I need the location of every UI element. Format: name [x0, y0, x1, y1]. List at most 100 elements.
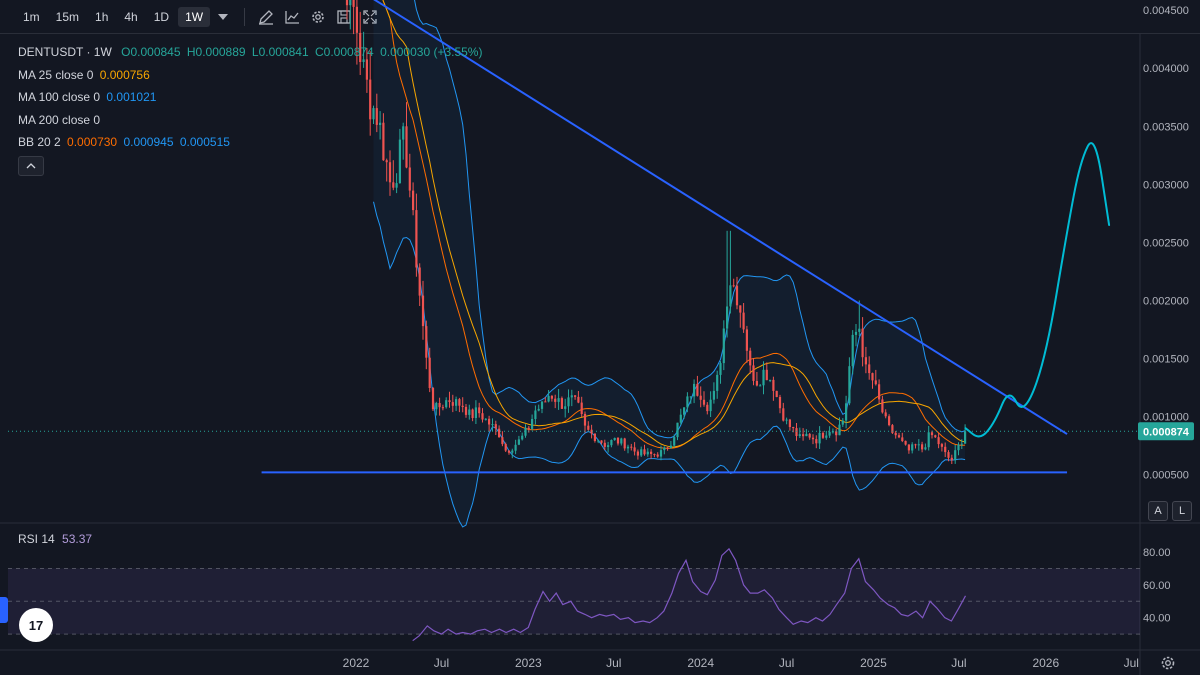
candle-body	[726, 306, 729, 329]
candle-body	[765, 369, 768, 381]
candle-body	[841, 420, 844, 425]
candle-body	[471, 409, 474, 418]
candle-body	[709, 399, 712, 412]
candle-body	[636, 451, 639, 456]
candle-body	[620, 438, 623, 444]
candle-body	[616, 438, 620, 444]
rsi-tick-label: 40.00	[1143, 613, 1171, 625]
candle-body	[950, 457, 953, 461]
candle-body	[878, 384, 881, 400]
candle-body	[699, 395, 702, 400]
candle-body	[752, 365, 755, 381]
candle-body	[613, 438, 616, 440]
candle-body	[835, 431, 838, 436]
candle-body	[778, 397, 782, 409]
rsi-label: RSI 14	[18, 532, 55, 546]
candle-body	[828, 431, 831, 436]
ma200-row[interactable]: MA 200 close 0	[18, 109, 482, 132]
rsi-tick-label: 60.00	[1143, 580, 1171, 592]
bb-row[interactable]: BB 20 2 0.000730 0.000945 0.000515	[18, 131, 482, 154]
candle-body	[798, 434, 801, 436]
candle-body	[349, 0, 352, 6]
candle-body	[788, 419, 791, 427]
candle-body	[544, 401, 547, 403]
candle-body	[521, 435, 524, 440]
candle-body	[451, 402, 454, 406]
candle-body	[845, 403, 848, 421]
candle-body	[815, 439, 818, 444]
candle-body	[954, 450, 957, 461]
candle-body	[653, 454, 656, 456]
candle-body	[583, 413, 587, 426]
candle-body	[795, 428, 798, 436]
candle-body	[507, 450, 511, 453]
price-tick-label: 0.004000	[1143, 63, 1189, 75]
candle-body	[818, 432, 821, 444]
close-value: C0.000874	[315, 45, 374, 59]
candle-body	[888, 416, 891, 426]
candle-body	[775, 390, 778, 397]
time-tick-label: Jul	[779, 656, 794, 670]
candle-body	[488, 418, 491, 425]
candle-body	[960, 443, 963, 445]
tradingview-logo[interactable]: 17	[19, 608, 53, 642]
price-tick-label: 0.001000	[1143, 412, 1189, 424]
candle-body	[944, 446, 947, 453]
candle-body	[755, 381, 758, 386]
candle-body	[917, 444, 920, 446]
candle-body	[679, 414, 682, 423]
symbol-label[interactable]: DENTUSDT · 1W	[18, 45, 112, 59]
candle-body	[577, 396, 580, 403]
low-value: L0.000841	[251, 45, 309, 59]
side-panel-toggle[interactable]	[0, 597, 8, 623]
auto-scale-button[interactable]: A	[1148, 501, 1168, 521]
candle-body	[663, 447, 666, 451]
candle-body	[468, 409, 471, 415]
candle-body	[560, 398, 563, 409]
candle-body	[441, 407, 444, 409]
rsi-legend[interactable]: RSI 14 53.37	[18, 532, 92, 546]
candle-body	[762, 369, 765, 386]
ma25-row[interactable]: MA 25 close 0 0.000756	[18, 64, 482, 87]
ma100-label: MA 100 close 0	[18, 90, 101, 104]
ma25-label: MA 25 close 0	[18, 67, 94, 82]
candle-body	[345, 0, 349, 6]
candle-body	[587, 425, 590, 430]
log-scale-button[interactable]: L	[1172, 501, 1192, 521]
candle-body	[567, 397, 570, 407]
ma100-row[interactable]: MA 100 close 0 0.001021	[18, 86, 482, 109]
candle-body	[646, 451, 649, 455]
candle-body	[874, 380, 877, 385]
candle-body	[940, 444, 943, 447]
candle-body	[511, 450, 514, 453]
change-value: 0.000030 (+3.55%)	[380, 45, 483, 59]
candle-body	[732, 285, 735, 287]
candle-body	[904, 440, 907, 445]
time-tick-label: 2024	[687, 656, 714, 670]
candle-body	[861, 328, 864, 358]
candle-body	[603, 442, 606, 447]
settings-gear-icon[interactable]	[1160, 655, 1176, 671]
candle-body	[554, 398, 557, 402]
candle-body	[630, 446, 633, 448]
candle-body	[947, 452, 950, 458]
collapse-legend-button[interactable]	[18, 155, 44, 176]
candle-body	[745, 329, 748, 351]
candle-body	[742, 312, 745, 330]
bb-label: BB 20 2	[18, 135, 61, 149]
price-tick-label: 0.002000	[1143, 295, 1189, 307]
candle-body	[580, 402, 583, 414]
candle-body	[547, 395, 550, 402]
candle-body	[610, 440, 613, 446]
candle-body	[491, 424, 494, 426]
candle-body	[600, 440, 603, 443]
candle-body	[901, 437, 904, 441]
candle-body	[964, 431, 967, 444]
candle-body	[881, 399, 884, 413]
candle-body	[643, 449, 646, 455]
candle-body	[805, 433, 808, 437]
bb-basis-value: 0.000730	[67, 135, 118, 149]
candle-body	[769, 379, 772, 381]
candle-body	[428, 357, 431, 388]
candle-body	[712, 390, 715, 400]
